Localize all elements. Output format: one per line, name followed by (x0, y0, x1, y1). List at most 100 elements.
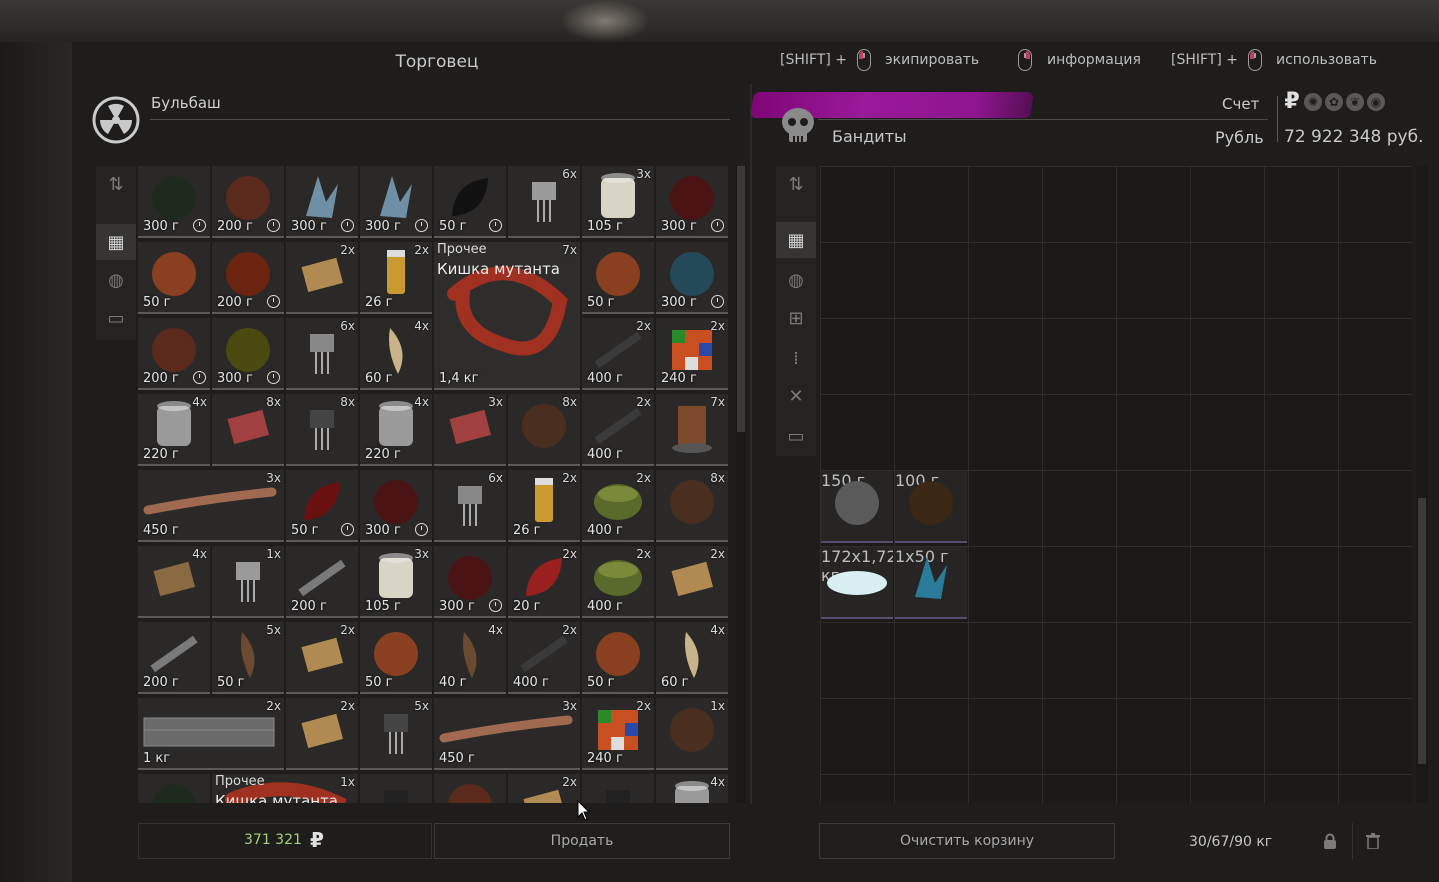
inventory-slot[interactable]: 3x 450 г (138, 470, 284, 542)
sort-icon[interactable]: ⇅ (776, 166, 816, 202)
flower-currency-icon[interactable]: ✿ (1325, 93, 1343, 111)
inventory-slot[interactable]: 300 г (360, 166, 432, 238)
hovered-item-slot[interactable]: 7x 1,4 кг Прочее Кишка мутанта (434, 242, 580, 390)
sort-icon[interactable]: ⇅ (96, 166, 136, 202)
inventory-slot[interactable]: 2x 400 г (582, 546, 654, 618)
scroll-thumb[interactable] (737, 166, 745, 432)
ruble-currency-icon[interactable]: ₽ (1283, 91, 1301, 113)
inventory-slot[interactable]: 4x (656, 774, 728, 803)
inventory-slot[interactable]: 3x (434, 394, 506, 466)
inventory-slot[interactable]: 200 г (212, 242, 284, 314)
inventory-slot[interactable]: 4x 60 г (360, 318, 432, 390)
grid-all-icon[interactable]: ▦ (96, 224, 136, 260)
inventory-slot[interactable] (360, 774, 432, 803)
inventory-slot[interactable]: 7x (656, 394, 728, 466)
inventory-slot[interactable]: 2x 240 г (582, 698, 654, 770)
inventory-slot[interactable]: 2x (286, 242, 358, 314)
inventory-slot[interactable]: 4x 220 г (360, 394, 432, 466)
item-quantity: 2x (636, 471, 651, 485)
inventory-slot[interactable]: 3x 450 г (434, 698, 580, 770)
inventory-slot[interactable]: 1x50 г (895, 547, 967, 619)
inventory-slot[interactable]: 172x1,72 кг (821, 547, 893, 619)
item-quantity: 1x (340, 775, 355, 789)
inventory-slot[interactable]: 300 г (212, 318, 284, 390)
box-filter-icon[interactable]: ▭ (96, 300, 136, 336)
artifact-filter-icon[interactable]: ◍ (96, 262, 136, 298)
inventory-slot[interactable]: 50 г (360, 622, 432, 694)
inventory-slot[interactable] (582, 774, 654, 803)
inventory-slot[interactable]: 4x (138, 546, 210, 618)
inventory-slot[interactable]: 5x 50 г (212, 622, 284, 694)
inventory-slot[interactable]: 6x (434, 470, 506, 542)
inventory-slot[interactable]: 8x (286, 394, 358, 466)
medkit-filter-icon[interactable]: ⊞ (776, 300, 816, 336)
inventory-slot[interactable]: 50 г (434, 166, 506, 238)
inventory-slot[interactable]: 100 г (895, 471, 967, 543)
inventory-slot[interactable]: 300 г (434, 546, 506, 618)
inventory-slot[interactable]: 2x 26 г (508, 470, 580, 542)
box-filter-icon[interactable]: ▭ (776, 418, 816, 454)
scroll-thumb[interactable] (1418, 498, 1426, 764)
cart-scrollbar[interactable] (1416, 166, 1428, 803)
lock-icon[interactable] (1310, 823, 1350, 859)
inventory-slot[interactable]: 50 г (582, 242, 654, 314)
inventory-slot[interactable]: 2x (656, 546, 728, 618)
inventory-slot[interactable]: 1x (656, 698, 728, 770)
inventory-slot[interactable]: 2x 400 г (582, 394, 654, 466)
globe-currency-icon[interactable]: ◉ (1367, 93, 1385, 111)
inventory-slot[interactable]: 50 г (286, 470, 358, 542)
inventory-slot[interactable]: 2x 400 г (582, 470, 654, 542)
inventory-slot[interactable]: 150 г (821, 471, 893, 543)
inventory-slot[interactable] (434, 774, 506, 803)
inventory-slot[interactable]: 300 г (286, 166, 358, 238)
trader-scrollbar[interactable] (736, 166, 746, 803)
inventory-slot[interactable]: 300 г (360, 470, 432, 542)
radiation-icon (92, 96, 140, 144)
inventory-slot[interactable]: 300 г (138, 166, 210, 238)
inventory-slot[interactable]: 2x 1 кг (138, 698, 284, 770)
inventory-slot[interactable]: 2x (286, 622, 358, 694)
clear-cart-button[interactable]: Очистить корзину (819, 823, 1115, 859)
inventory-slot[interactable]: 2x (286, 698, 358, 770)
inventory-slot[interactable]: 1x (212, 546, 284, 618)
sell-button[interactable]: Продать (434, 823, 730, 859)
inventory-slot[interactable]: 5x (360, 698, 432, 770)
inventory-slot[interactable]: 2x 400 г (508, 622, 580, 694)
ammo-filter-icon[interactable]: ⁞ (776, 340, 816, 376)
artifact-filter-icon[interactable]: ◍ (776, 262, 816, 298)
grid-all-icon[interactable]: ▦ (776, 222, 816, 258)
item-quantity: 4x (710, 775, 725, 789)
inventory-slot[interactable]: 4x 220 г (138, 394, 210, 466)
inventory-slot[interactable]: 50 г (582, 622, 654, 694)
inventory-slot[interactable]: 2x (508, 774, 580, 803)
inventory-slot[interactable]: 4x 40 г (434, 622, 506, 694)
inventory-slot[interactable]: 300 г (656, 166, 728, 238)
tools-filter-icon[interactable]: ✕ (776, 378, 816, 414)
trash-icon[interactable] (1352, 823, 1393, 859)
inventory-slot[interactable]: 50 г (138, 242, 210, 314)
inventory-slot[interactable]: 300 г (656, 242, 728, 314)
inventory-slot[interactable]: 2x 400 г (582, 318, 654, 390)
inventory-slot[interactable]: 2x 26 г (360, 242, 432, 314)
inventory-slot[interactable]: 1x Прочее Кишка мутанта (212, 774, 358, 803)
inventory-slot[interactable]: 200 г (138, 622, 210, 694)
inventory-slot[interactable]: 200 г (138, 318, 210, 390)
inventory-slot[interactable]: 3x 105 г (360, 546, 432, 618)
inventory-slot[interactable]: 200 г (286, 546, 358, 618)
inventory-slot[interactable]: 6x (508, 166, 580, 238)
inventory-slot[interactable] (138, 774, 210, 803)
inventory-slot[interactable]: 8x (656, 470, 728, 542)
item-weight: 300 г (661, 219, 697, 234)
leaf-currency-icon[interactable]: ❦ (1346, 93, 1364, 111)
inventory-slot[interactable]: 6x (286, 318, 358, 390)
inventory-slot[interactable]: 2x 240 г (656, 318, 728, 390)
inventory-slot[interactable]: 8x (212, 394, 284, 466)
gear-currency-icon[interactable]: ✺ (1304, 93, 1322, 111)
inventory-slot[interactable]: 2x 20 г (508, 546, 580, 618)
inventory-slot[interactable]: 8x (508, 394, 580, 466)
item-weight: 300 г (291, 219, 327, 234)
inventory-slot[interactable]: 200 г (212, 166, 284, 238)
inventory-slot[interactable]: 4x 60 г (656, 622, 728, 694)
item-quantity: 5x (266, 623, 281, 637)
inventory-slot[interactable]: 3x 105 г (582, 166, 654, 238)
